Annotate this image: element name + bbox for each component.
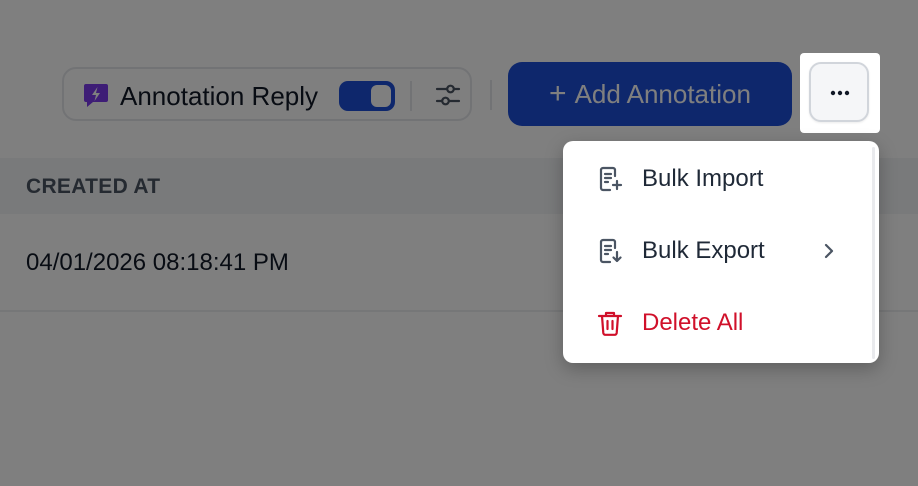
menu-item-label: Bulk Export	[642, 237, 765, 264]
trash-icon	[597, 311, 623, 336]
menu-item-bulk-export[interactable]: Bulk Export	[563, 215, 869, 287]
menu-item-bulk-import[interactable]: Bulk Import	[563, 143, 869, 215]
menu-scrollbar[interactable]	[872, 147, 875, 359]
chevron-right-icon	[824, 243, 834, 259]
more-options-menu: Bulk Import Bulk Export Delete All	[563, 141, 879, 363]
menu-item-label: Bulk Import	[642, 165, 764, 192]
menu-item-label: Delete All	[642, 309, 744, 336]
file-export-icon	[599, 238, 622, 264]
menu-item-delete-all[interactable]: Delete All	[563, 287, 869, 359]
file-import-icon	[599, 166, 623, 192]
more-button-highlight	[800, 53, 880, 133]
more-options-button[interactable]	[809, 62, 869, 122]
more-horizontal-icon	[830, 90, 850, 96]
